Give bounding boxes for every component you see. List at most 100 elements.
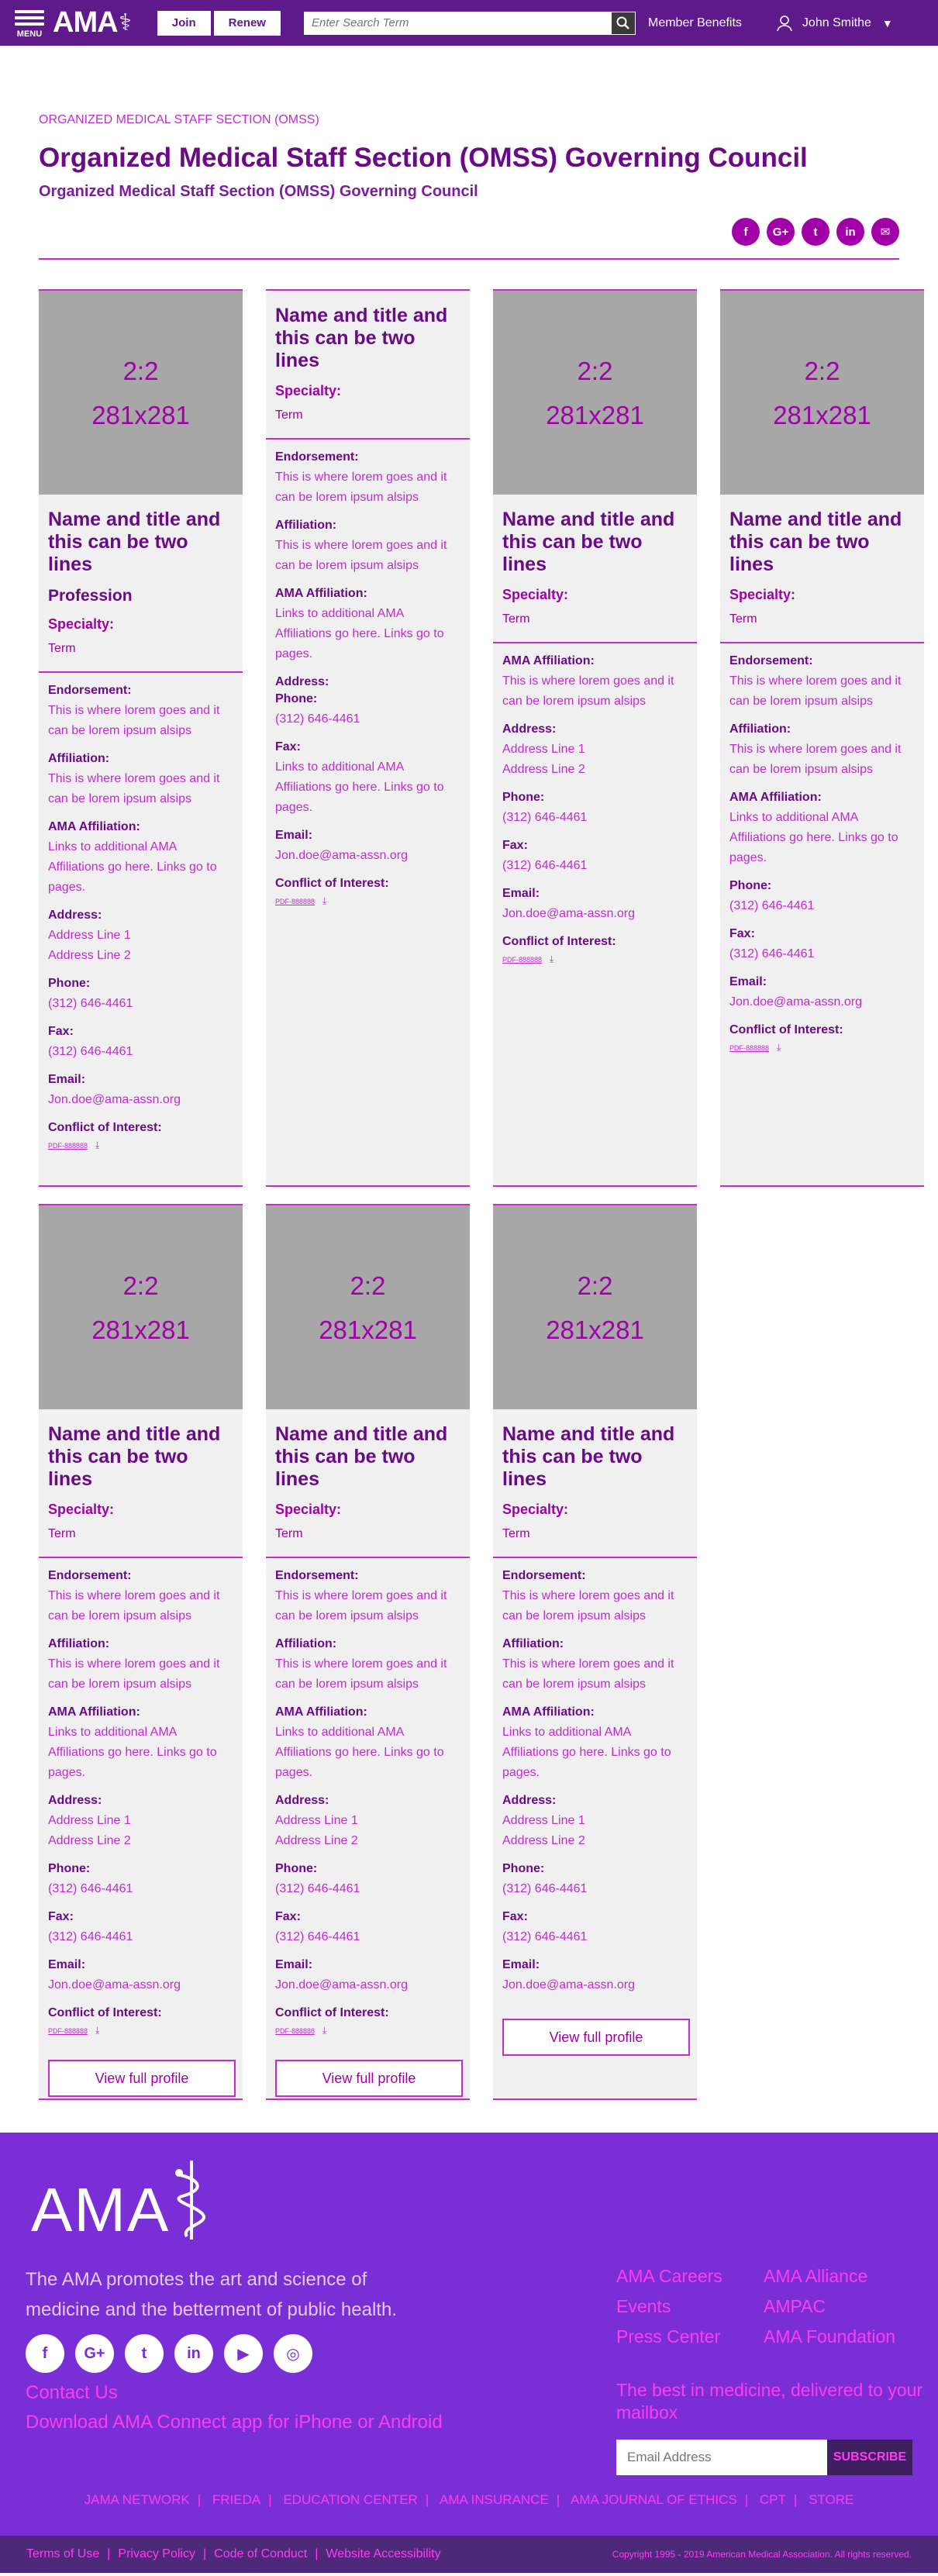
download-app-link[interactable]: Download AMA Connect app for iPhone or A… bbox=[26, 2412, 443, 2433]
ama-affiliation-link[interactable]: Links to additional AMA Affiliations go … bbox=[48, 837, 233, 898]
coi-download[interactable]: PDF-888888 ⤓ bbox=[48, 2025, 233, 2036]
facebook-icon[interactable]: f bbox=[732, 218, 760, 246]
menu-button[interactable]: MENU bbox=[12, 7, 47, 39]
phone-value[interactable]: (312) 646-4461 bbox=[729, 896, 915, 916]
search-input[interactable] bbox=[303, 12, 612, 34]
terms-of-use-link[interactable]: Terms of Use bbox=[26, 2547, 99, 2561]
coi-file-link[interactable]: PDF-888888 bbox=[48, 2027, 88, 2035]
coi-file-link[interactable]: PDF-888888 bbox=[502, 956, 542, 964]
footer-link-ama-foundation[interactable]: AMA Foundation bbox=[764, 2326, 934, 2347]
ama-affiliation-label: AMA Affiliation: bbox=[502, 1705, 595, 1719]
phone-value[interactable]: (312) 646-4461 bbox=[275, 1879, 460, 1899]
ama-affiliation-link[interactable]: Links to additional AMA Affiliations go … bbox=[275, 1723, 460, 1783]
placeholder-size: 281x281 bbox=[546, 1315, 644, 1344]
specialty-value: Term bbox=[275, 409, 303, 422]
council-members-grid-row-2: 2:2 281x281 Name and title and this can … bbox=[39, 1204, 899, 2100]
coi-download[interactable]: PDF-888888 ⤓ bbox=[275, 895, 460, 907]
share-bar: f G+ t in ✉ bbox=[39, 218, 899, 246]
placeholder-size: 281x281 bbox=[319, 1315, 417, 1344]
fax-label: Fax: bbox=[729, 927, 755, 940]
ama-affiliation-link[interactable]: Links to additional AMA Affiliations go … bbox=[502, 1723, 688, 1783]
linkedin-icon[interactable]: in bbox=[174, 2334, 213, 2373]
footer-link-journal-of-ethics[interactable]: AMA JOURNAL OF ETHICS bbox=[571, 2492, 737, 2507]
fax-value: (312) 646-4461 bbox=[502, 859, 588, 872]
coi-file-link[interactable]: PDF-888888 bbox=[275, 898, 315, 905]
phone-value[interactable]: (312) 646-4461 bbox=[275, 709, 460, 729]
youtube-icon[interactable]: ▶ bbox=[224, 2334, 263, 2373]
footer-link-press-center[interactable]: Press Center bbox=[616, 2326, 764, 2347]
affiliation-value: This is where lorem goes and it can be l… bbox=[48, 772, 220, 805]
footer-link-cpt[interactable]: CPT bbox=[760, 2492, 786, 2507]
search-button[interactable] bbox=[611, 12, 635, 34]
contact-us-link[interactable]: Contact Us bbox=[26, 2382, 118, 2404]
breadcrumb[interactable]: ORGANIZED MEDICAL STAFF SECTION (OMSS) bbox=[39, 113, 899, 127]
affiliation-value: This is where lorem goes and it can be l… bbox=[502, 1657, 674, 1691]
email-link[interactable]: Jon.doe@ama-assn.org bbox=[502, 1975, 688, 1995]
coi-download[interactable]: PDF-888888 ⤓ bbox=[502, 953, 688, 965]
coi-file-link[interactable]: PDF-888888 bbox=[48, 1142, 88, 1150]
footer-ama-logo[interactable]: AMA bbox=[31, 2156, 213, 2241]
placeholder-ratio: 2:2 bbox=[350, 1271, 386, 1300]
coi-download[interactable]: PDF-888888 ⤓ bbox=[729, 1042, 915, 1054]
google-plus-icon[interactable]: G+ bbox=[75, 2334, 114, 2373]
join-button[interactable]: Join bbox=[157, 10, 211, 36]
ama-affiliation-link[interactable]: Links to additional AMA Affiliations go … bbox=[729, 808, 915, 868]
footer-link-ama-insurance[interactable]: AMA INSURANCE bbox=[440, 2492, 549, 2507]
hamburger-icon bbox=[15, 7, 44, 29]
phone-value[interactable]: (312) 646-4461 bbox=[48, 1879, 233, 1899]
instagram-icon[interactable]: ◎ bbox=[274, 2334, 312, 2373]
google-plus-icon[interactable]: G+ bbox=[767, 218, 795, 246]
newsletter-email-input[interactable] bbox=[616, 2440, 827, 2475]
user-menu[interactable]: John Smithe ▼ bbox=[776, 15, 893, 32]
coi-download[interactable]: PDF-888888 ⤓ bbox=[48, 1140, 233, 1151]
footer-link-store[interactable]: STORE bbox=[809, 2492, 854, 2507]
code-of-conduct-link[interactable]: Code of Conduct bbox=[214, 2547, 307, 2561]
user-name: John Smithe bbox=[802, 16, 871, 29]
footer-link-ama-alliance[interactable]: AMA Alliance bbox=[764, 2266, 934, 2287]
email-link[interactable]: Jon.doe@ama-assn.org bbox=[275, 846, 460, 866]
footer-link-ama-careers[interactable]: AMA Careers bbox=[616, 2266, 764, 2287]
twitter-icon[interactable]: t bbox=[802, 218, 829, 246]
footer-network-links: JAMA NETWORK | FRIEDA | EDUCATION CENTER | … bbox=[0, 2492, 938, 2508]
ama-logo[interactable]: AMA ⚕ bbox=[53, 6, 132, 40]
chevron-down-icon: ▼ bbox=[881, 16, 893, 29]
fax-label: Fax: bbox=[502, 1910, 528, 1923]
ama-affiliation-label: AMA Affiliation: bbox=[48, 820, 140, 833]
linkedin-icon[interactable]: in bbox=[836, 218, 864, 246]
member-benefits-link[interactable]: Member Benefits bbox=[648, 16, 742, 30]
footer-link-events[interactable]: Events bbox=[616, 2296, 764, 2317]
email-link[interactable]: Jon.doe@ama-assn.org bbox=[48, 1090, 233, 1110]
facebook-icon[interactable]: f bbox=[26, 2334, 64, 2373]
view-full-profile-button[interactable]: View full profile bbox=[275, 2060, 463, 2097]
staff-of-asclepius-icon bbox=[175, 2160, 206, 2240]
coi-file-link[interactable]: PDF-888888 bbox=[729, 1044, 769, 1052]
address-line-2: Address Line 2 bbox=[502, 1834, 585, 1847]
coi-file-link[interactable]: PDF-888888 bbox=[275, 2027, 315, 2035]
ama-affiliation-link[interactable]: Links to additional AMA Affiliations go … bbox=[48, 1723, 233, 1783]
twitter-icon[interactable]: t bbox=[125, 2334, 164, 2373]
footer-link-education-center[interactable]: EDUCATION CENTER bbox=[283, 2492, 417, 2507]
placeholder-ratio: 2:2 bbox=[804, 356, 840, 385]
phone-value[interactable]: (312) 646-4461 bbox=[502, 1879, 688, 1899]
website-accessibility-link[interactable]: Website Accessibility bbox=[326, 2547, 440, 2561]
privacy-policy-link[interactable]: Privacy Policy bbox=[118, 2547, 195, 2561]
phone-value[interactable]: (312) 646-4461 bbox=[48, 994, 233, 1014]
view-full-profile-button[interactable]: View full profile bbox=[502, 2019, 690, 2056]
coi-download[interactable]: PDF-888888 ⤓ bbox=[275, 2025, 460, 2036]
ama-affiliation-link[interactable]: Links to additional AMA Affiliations go … bbox=[275, 604, 460, 664]
email-icon[interactable]: ✉ bbox=[871, 218, 899, 246]
phone-value[interactable]: (312) 646-4461 bbox=[502, 808, 688, 828]
view-full-profile-button[interactable]: View full profile bbox=[48, 2060, 236, 2097]
separator: | bbox=[744, 2492, 749, 2507]
footer-link-jama-network[interactable]: JAMA NETWORK bbox=[84, 2492, 190, 2507]
renew-button[interactable]: Renew bbox=[213, 10, 281, 36]
footer-link-frieda[interactable]: FRIEDA bbox=[212, 2492, 260, 2507]
footer-link-ampac[interactable]: AMPAC bbox=[764, 2296, 934, 2317]
subscribe-button[interactable]: SUBSCRIBE bbox=[827, 2440, 912, 2475]
email-link[interactable]: Jon.doe@ama-assn.org bbox=[502, 904, 688, 924]
email-link[interactable]: Jon.doe@ama-assn.org bbox=[48, 1975, 233, 1995]
fax-value[interactable]: Links to additional AMA Affiliations go … bbox=[275, 757, 460, 818]
email-link[interactable]: Jon.doe@ama-assn.org bbox=[729, 992, 915, 1012]
specialty-value: Term bbox=[275, 1527, 303, 1540]
email-link[interactable]: Jon.doe@ama-assn.org bbox=[275, 1975, 460, 1995]
